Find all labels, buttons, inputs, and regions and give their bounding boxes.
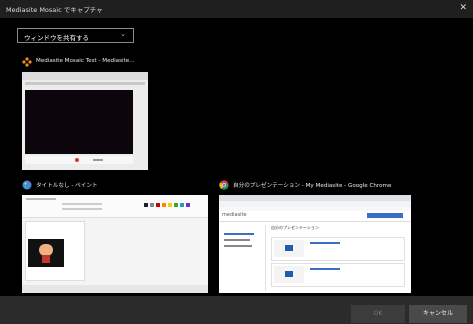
thumb-brand: mediasite <box>222 212 247 218</box>
thumb-video-area <box>25 90 133 154</box>
window-option-label: 自分のプレゼンテーション - My Mediasite - Google Chr… <box>233 183 392 189</box>
window-option-label: タイトルなし - ペイント <box>36 183 98 189</box>
window-option-paint[interactable]: タイトルなし - ペイント <box>22 179 208 293</box>
chrome-app-icon <box>219 180 229 190</box>
share-mode-value: ウィンドウを共有する <box>24 34 89 42</box>
thumb-heading: 自分のプレゼンテーション <box>271 225 319 230</box>
window-thumbnail <box>22 72 148 170</box>
title-bar: Mediasite Mosaic でキャプチャ ✕ <box>0 0 473 18</box>
window-option-mediasite[interactable]: Mediasite Mosaic Test - Mediasite... <box>22 56 148 170</box>
window-title: Mediasite Mosaic でキャプチャ <box>6 6 103 14</box>
thumb-presentation-row <box>271 237 405 261</box>
mediasite-app-icon <box>22 57 32 67</box>
thumb-controls <box>25 156 133 164</box>
ok-button[interactable]: OK <box>351 305 405 323</box>
thumb-site-header: mediasite <box>219 211 411 222</box>
share-mode-select[interactable]: ウィンドウを共有する ⌄ <box>17 28 134 43</box>
thumb-presentation-row <box>271 263 405 287</box>
window-thumbnail <box>22 195 208 293</box>
thumb-toolbar <box>25 82 145 85</box>
chevron-down-icon: ⌄ <box>120 30 126 38</box>
window-thumbnail: mediasite 自分のプレゼンテーション <box>219 195 411 293</box>
paint-app-icon <box>22 180 32 190</box>
thumb-topbar <box>22 72 148 80</box>
capture-dialog: Mediasite Mosaic でキャプチャ ✕ ウィンドウを共有する ⌄ M… <box>0 0 473 324</box>
thumb-canvas-image <box>28 239 64 267</box>
cancel-button[interactable]: キャンセル <box>409 305 467 323</box>
thumb-ribbon <box>22 195 208 218</box>
window-option-label: Mediasite Mosaic Test - Mediasite... <box>36 58 135 64</box>
thumb-sidebar <box>221 225 266 291</box>
window-option-chrome[interactable]: 自分のプレゼンテーション - My Mediasite - Google Chr… <box>219 179 411 293</box>
thumb-statusbar <box>22 285 208 293</box>
close-icon[interactable]: ✕ <box>459 3 467 13</box>
